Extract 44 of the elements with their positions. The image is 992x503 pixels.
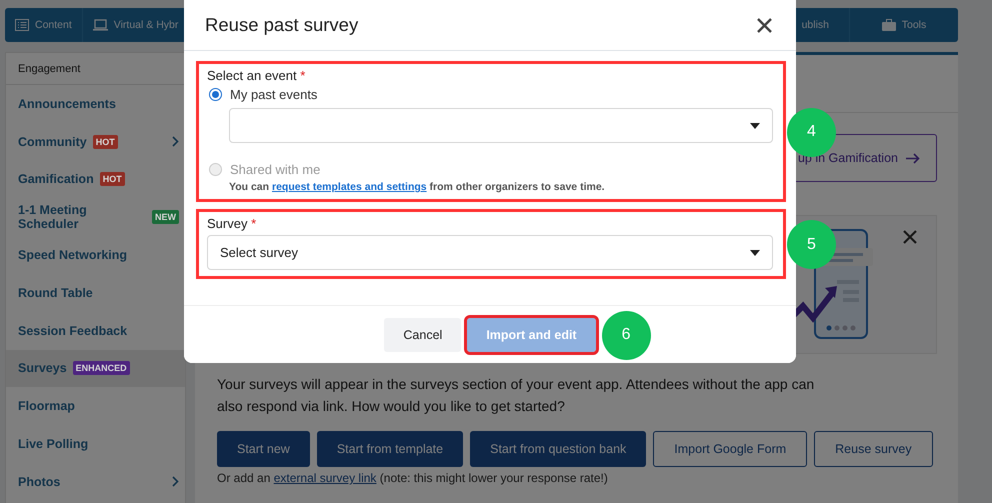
list-icon [15, 19, 29, 31]
sidebar-item[interactable]: Live Polling [6, 425, 185, 463]
survey-dropdown[interactable]: Select survey [207, 235, 773, 270]
footnote-text: Or add an external survey link (note: this might lower your response rate!) [217, 471, 609, 485]
arrow-right-icon [906, 152, 920, 164]
dialog-title: Reuse past survey [205, 14, 358, 36]
sidebar-item[interactable]: 1-1 Meeting Scheduler NEW [6, 198, 185, 236]
sidebar-item[interactable]: Photos [6, 462, 185, 501]
feature-badge: ENHANCED [72, 361, 130, 376]
caret-down-icon [750, 250, 760, 256]
external-survey-link[interactable]: external survey link [274, 471, 376, 485]
survey-action-button[interactable]: Start new [217, 431, 310, 467]
cancel-button[interactable]: Cancel [384, 318, 462, 352]
feature-badge: HOT [92, 134, 118, 149]
step-number-marker: 6 [602, 310, 651, 360]
radio-button[interactable] [209, 88, 222, 101]
close-icon[interactable] [757, 18, 772, 32]
caret-down-icon [750, 122, 760, 128]
feature-badge: HOT [100, 172, 125, 186]
field-label: Select an event * [207, 68, 306, 83]
sidebar-item[interactable]: Surveys ENHANCED [6, 350, 185, 388]
hint-text: You can request templates and settings from other organizers to save time. [229, 181, 606, 193]
laptop-icon [92, 19, 108, 31]
feature-badge: NEW [152, 210, 179, 224]
close-icon[interactable] [903, 230, 917, 244]
field-label: Survey * [207, 216, 258, 231]
sidebar-item[interactable]: Announcements [6, 85, 185, 123]
sidebar-item[interactable]: Gamification HOT [6, 160, 185, 198]
sidebar-item[interactable]: Round Table [6, 274, 185, 312]
radio-label: My past events [230, 87, 318, 102]
sidebar-item[interactable]: Community HOT [6, 122, 185, 161]
survey-action-button[interactable]: Reuse survey [814, 431, 933, 467]
nav-tab[interactable]: Tools [850, 8, 958, 42]
sidebar-item[interactable]: Speed Networking [6, 236, 185, 274]
survey-action-button[interactable]: Import Google Form [653, 431, 808, 467]
radio-label: Shared with me [230, 162, 320, 177]
briefcase-icon [882, 19, 896, 31]
survey-action-button[interactable]: Start from template [316, 431, 464, 467]
nav-tab[interactable]: Content [5, 8, 83, 42]
survey-action-button[interactable]: Start from question bank [470, 431, 646, 467]
sidebar-item[interactable]: Session Feedback [6, 312, 185, 350]
request-templates-link[interactable]: request templates and settings [272, 181, 427, 193]
description-text: Your surveys will appear in the surveys section of your event app. Attendees without the app can also respond via link. How would you like to get started? [217, 375, 816, 416]
sidebar-item[interactable]: Floormap [6, 387, 185, 426]
